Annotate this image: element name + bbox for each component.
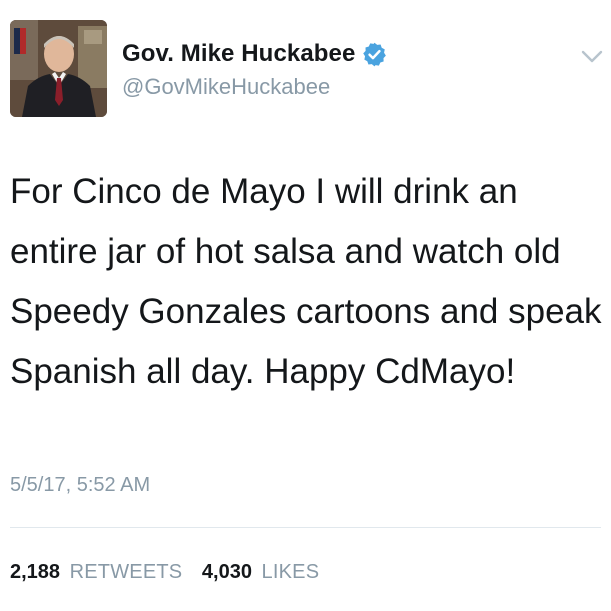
author-name-text: Gov. Mike Huckabee bbox=[122, 40, 356, 67]
author-handle[interactable]: @GovMikeHuckabee bbox=[122, 74, 330, 100]
tweet-timestamp[interactable]: 5/5/17, 5:52 AM bbox=[10, 474, 150, 497]
retweets-stat[interactable]: 2,188 RETWEETS bbox=[10, 561, 182, 584]
tweet-text: For Cinco de Mayo I will drink an entire… bbox=[10, 172, 602, 391]
retweets-label: RETWEETS bbox=[69, 561, 183, 583]
divider bbox=[10, 527, 601, 528]
verified-badge-icon bbox=[361, 41, 388, 68]
author-avatar[interactable] bbox=[10, 20, 107, 117]
avatar-photo bbox=[10, 20, 107, 117]
retweets-count: 2,188 bbox=[10, 561, 61, 583]
chevron-down-icon[interactable] bbox=[578, 46, 606, 66]
likes-label: LIKES bbox=[261, 561, 320, 583]
engagement-stats: 2,188 RETWEETS 4,030 LIKES bbox=[10, 561, 319, 584]
likes-count: 4,030 bbox=[201, 561, 252, 583]
likes-stat[interactable]: 4,030 LIKES bbox=[202, 561, 319, 584]
tweet-card: Gov. Mike Huckabee @GovMikeHuckabee For … bbox=[0, 0, 611, 611]
author-display-name[interactable]: Gov. Mike Huckabee bbox=[122, 40, 388, 68]
